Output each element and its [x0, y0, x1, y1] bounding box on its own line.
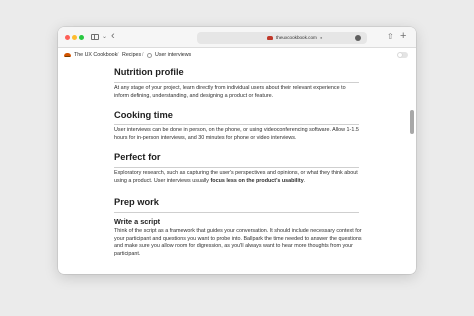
breadcrumb-separator: /: [142, 52, 144, 58]
section-divider: [114, 82, 359, 83]
subheading-write-a-script: Write a script: [114, 217, 161, 226]
breadcrumb-separator: /: [117, 52, 119, 58]
body-text: .: [303, 177, 306, 184]
section-divider: [114, 167, 359, 168]
back-arrow-icon[interactable]: ‹: [111, 29, 115, 43]
section-body-perfect-for: Exploratory research, such as capturing …: [114, 170, 362, 185]
breadcrumb-recipes-link[interactable]: Recipes: [122, 51, 141, 60]
section-heading-nutrition: Nutrition profile: [114, 67, 184, 77]
extension-icon[interactable]: [355, 35, 361, 41]
toggle-knob: [398, 53, 402, 57]
section-heading-perfect-for: Perfect for: [114, 152, 161, 162]
breadcrumb: The UX Cookbook / Recipes / User intervi…: [58, 48, 416, 63]
site-favicon-icon: [267, 36, 273, 40]
section-body-cooking: User interviews can be done in person, o…: [114, 127, 359, 141]
breadcrumb-home-link[interactable]: The UX Cookbook: [74, 51, 117, 60]
lock-icon: ●: [320, 35, 323, 40]
section-body-nutrition: At any stage of your project, learn dire…: [114, 85, 346, 99]
sidebar-toggle-icon[interactable]: [91, 34, 99, 40]
theme-toggle[interactable]: [397, 52, 408, 58]
chevron-down-icon[interactable]: ⌄: [102, 32, 107, 42]
share-icon[interactable]: ⇧: [387, 31, 394, 43]
section-body-prep-work: Think of the script as a framework that …: [114, 228, 362, 257]
page-content: Nutrition profile At any stage of your p…: [58, 63, 416, 274]
section-heading-cooking: Cooking time: [114, 110, 173, 120]
cookbook-logo-icon[interactable]: [64, 53, 71, 57]
address-bar[interactable]: theuxcookbook.com ●: [197, 32, 367, 44]
close-window-button[interactable]: [65, 35, 70, 40]
section-divider: [114, 124, 359, 125]
section-heading-prep-work: Prep work: [114, 197, 159, 207]
new-tab-icon[interactable]: +: [400, 29, 406, 43]
zoom-window-button[interactable]: [79, 35, 84, 40]
body-emphasis: focus less on the product's usability: [210, 177, 304, 184]
browser-toolbar: ⌄ ‹ theuxcookbook.com ● ⇧ +: [58, 27, 416, 48]
browser-window: ⌄ ‹ theuxcookbook.com ● ⇧ + The UX Cookb…: [58, 27, 416, 274]
address-url: theuxcookbook.com: [276, 35, 317, 40]
breadcrumb-current: User interviews: [155, 52, 192, 58]
scrollbar-thumb[interactable]: [410, 110, 414, 134]
page-icon: [147, 53, 152, 58]
section-divider: [114, 212, 359, 213]
minimize-window-button[interactable]: [72, 35, 77, 40]
